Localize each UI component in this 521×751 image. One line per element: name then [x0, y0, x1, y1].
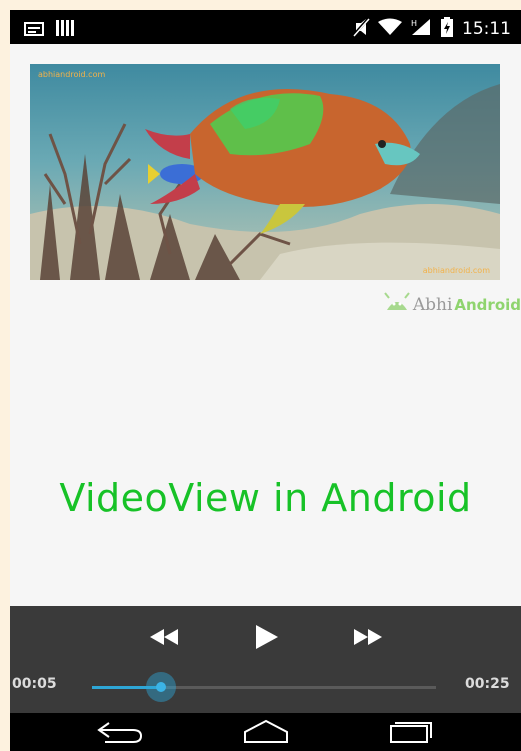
status-bar: H 15:11	[10, 10, 521, 44]
home-icon	[241, 718, 291, 748]
brand-text-abhi: Abhi	[412, 294, 453, 315]
video-view[interactable]: abhiandroid.com abhiandroid.com	[30, 64, 500, 280]
signal-icon: H	[410, 18, 432, 40]
back-button[interactable]	[90, 717, 150, 749]
navigation-bar	[10, 713, 521, 751]
page-title: VideoView in Android	[59, 476, 472, 520]
fast-forward-button[interactable]	[348, 622, 388, 656]
media-controller: 00:05 00:25	[10, 606, 521, 713]
battery-icon	[440, 17, 454, 41]
recents-icon	[385, 718, 435, 748]
play-button[interactable]	[246, 622, 286, 656]
video-watermark-bottom: abhiandroid.com	[422, 266, 490, 275]
recents-button[interactable]	[380, 717, 440, 749]
mute-icon	[351, 17, 371, 41]
seek-bar[interactable]	[92, 672, 436, 702]
fast-forward-icon	[352, 628, 384, 650]
status-time: 15:11	[462, 19, 511, 39]
back-icon	[95, 718, 145, 748]
image-notification-icon	[24, 21, 44, 40]
android-robot-icon	[383, 292, 411, 317]
video-watermark-top: abhiandroid.com	[38, 70, 106, 79]
phone-screen: H 15:11 abhiandroid.com abhiandroid.com …	[10, 10, 521, 751]
elapsed-time: 00:05	[12, 676, 57, 692]
rewind-button[interactable]	[144, 622, 184, 656]
wifi-icon	[378, 18, 402, 40]
seek-thumb[interactable]	[146, 672, 176, 702]
play-icon	[253, 624, 279, 654]
brand-text-android: Android	[454, 295, 521, 314]
home-button[interactable]	[236, 717, 296, 749]
svg-text:H: H	[411, 19, 417, 28]
brand-logo: Abhi Android	[383, 292, 521, 317]
rewind-icon	[148, 628, 180, 650]
bars-notification-icon	[56, 20, 74, 40]
duration-time: 00:25	[465, 676, 510, 692]
video-frame	[30, 84, 500, 280]
